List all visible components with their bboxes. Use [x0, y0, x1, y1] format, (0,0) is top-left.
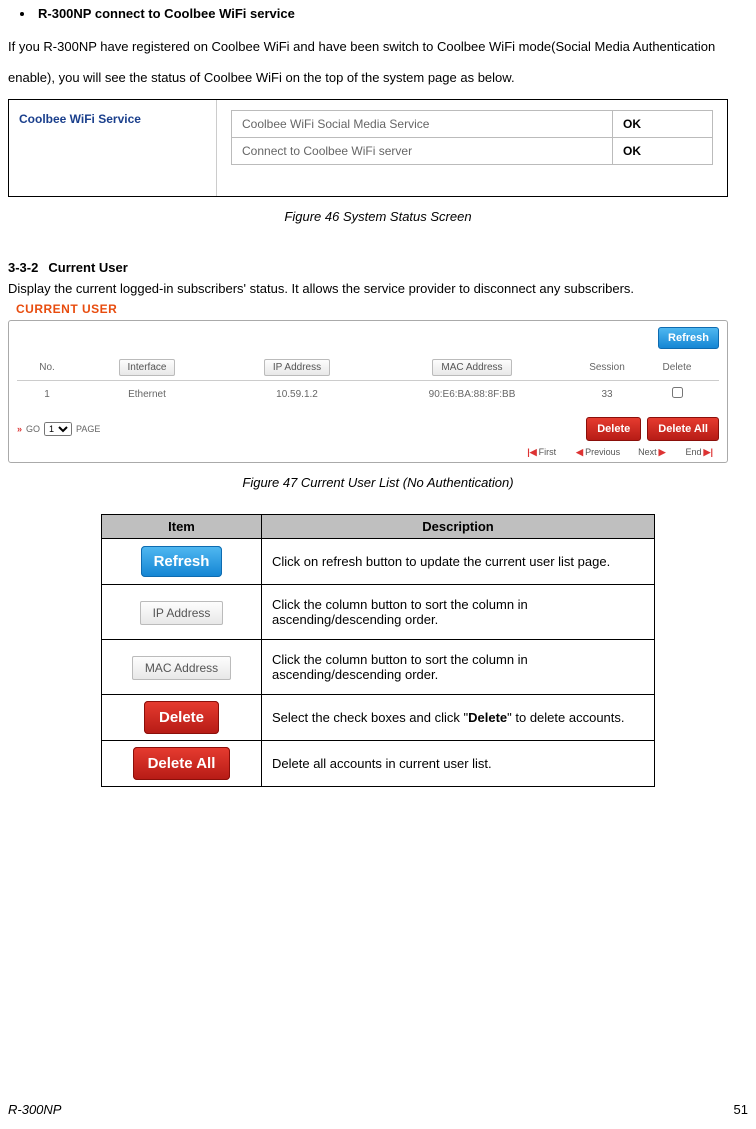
- figure47-caption: Figure 47 Current User List (No Authenti…: [8, 475, 748, 490]
- desc-row: Delete All Delete all accounts in curren…: [102, 741, 655, 787]
- first-arrow-icon: |◀: [527, 447, 536, 457]
- page-select[interactable]: 1: [44, 422, 72, 436]
- ip-button-graphic: IP Address: [140, 601, 224, 625]
- section-title: Current User: [48, 260, 127, 275]
- bullet-icon: [20, 12, 24, 16]
- cell-ip: 10.59.1.2: [217, 389, 377, 400]
- current-user-header: No. Interface IP Address MAC Address Ses…: [17, 359, 719, 381]
- page-footer: R-300NP 51: [8, 1102, 748, 1117]
- bullet-title: R-300NP connect to Coolbee WiFi service: [38, 6, 295, 21]
- col-ip: IP Address: [217, 359, 377, 376]
- desc-item-cell: Refresh: [102, 539, 262, 585]
- delete-button-graphic: Delete: [144, 701, 219, 734]
- footer-model: R-300NP: [8, 1102, 61, 1117]
- pager-next[interactable]: Next▶: [638, 447, 667, 458]
- go-label: GO: [26, 424, 40, 434]
- table-row: 1 Ethernet 10.59.1.2 90:E6:BA:88:8F:BB 3…: [17, 381, 719, 407]
- mac-sort-button[interactable]: MAC Address: [432, 359, 511, 376]
- delete-checkbox[interactable]: [672, 387, 683, 398]
- cell-no: 1: [17, 389, 77, 400]
- col-session: Session: [567, 362, 647, 373]
- button-group: Delete Delete All: [586, 417, 719, 441]
- col-mac: MAC Address: [377, 359, 567, 376]
- status-cell-label: Connect to Coolbee WiFi server: [232, 138, 613, 165]
- current-user-footer: » GO 1 PAGE Delete Delete All: [17, 417, 719, 441]
- status-cell-value: OK: [613, 138, 713, 165]
- section-heading: 3-3-2 Current User: [8, 260, 748, 279]
- status-cell-value: OK: [613, 111, 713, 138]
- delete-all-button-graphic: Delete All: [133, 747, 231, 780]
- desc-item-cell: Delete All: [102, 741, 262, 787]
- status-cell-label: Coolbee WiFi Social Media Service: [232, 111, 613, 138]
- go-area: » GO 1 PAGE: [17, 422, 100, 436]
- desc-text: Click on refresh button to update the cu…: [262, 539, 655, 585]
- desc-text: Delete all accounts in current user list…: [262, 741, 655, 787]
- desc-text: Click the column button to sort the colu…: [262, 585, 655, 640]
- end-arrow-icon: ▶|: [704, 447, 713, 457]
- desc-item-cell: IP Address: [102, 585, 262, 640]
- prev-arrow-icon: ◀: [576, 447, 583, 457]
- current-user-title: CURRENT USER: [16, 302, 748, 316]
- bullet-heading: R-300NP connect to Coolbee WiFi service: [20, 6, 748, 21]
- status-row: Coolbee WiFi Social Media Service OK: [232, 111, 713, 138]
- desc-row: Delete Select the check boxes and click …: [102, 695, 655, 741]
- col-interface: Interface: [77, 359, 217, 376]
- pager-prev[interactable]: ◀Previous: [574, 447, 620, 458]
- desc-text: Click the column button to sort the colu…: [262, 640, 655, 695]
- page-label: PAGE: [76, 424, 100, 434]
- desc-item-cell: Delete: [102, 695, 262, 741]
- delete-all-button[interactable]: Delete All: [647, 417, 719, 441]
- desc-header-row: Item Description: [102, 515, 655, 539]
- refresh-button[interactable]: Refresh: [658, 327, 719, 349]
- cell-interface: Ethernet: [77, 389, 217, 400]
- desc-header-desc: Description: [262, 515, 655, 539]
- desc-row: MAC Address Click the column button to s…: [102, 640, 655, 695]
- interface-sort-button[interactable]: Interface: [119, 359, 176, 376]
- go-arrow-icon: »: [17, 424, 22, 434]
- next-arrow-icon: ▶: [659, 447, 666, 457]
- pager-first[interactable]: |◀First: [525, 447, 556, 458]
- ip-sort-button[interactable]: IP Address: [264, 359, 330, 376]
- status-right-panel: Coolbee WiFi Social Media Service OK Con…: [217, 100, 727, 196]
- figure46-caption: Figure 46 System Status Screen: [8, 209, 748, 224]
- status-table: Coolbee WiFi Social Media Service OK Con…: [231, 110, 713, 165]
- desc-row: Refresh Click on refresh button to updat…: [102, 539, 655, 585]
- col-no: No.: [17, 362, 77, 373]
- desc-item-cell: MAC Address: [102, 640, 262, 695]
- status-screenshot: Coolbee WiFi Service Coolbee WiFi Social…: [8, 99, 728, 197]
- desc-row: IP Address Click the column button to so…: [102, 585, 655, 640]
- status-left-label: Coolbee WiFi Service: [9, 100, 217, 196]
- desc-text: Select the check boxes and click "Delete…: [262, 695, 655, 741]
- cell-mac: 90:E6:BA:88:8F:BB: [377, 389, 567, 400]
- cell-session: 33: [567, 389, 647, 400]
- mac-button-graphic: MAC Address: [132, 656, 231, 680]
- pager: |◀First ◀Previous Next▶ End▶|: [17, 447, 719, 458]
- current-user-topbar: Refresh: [17, 327, 719, 349]
- footer-page-num: 51: [734, 1102, 748, 1117]
- description-table: Item Description Refresh Click on refres…: [101, 514, 655, 787]
- intro-paragraph: If you R-300NP have registered on Coolbe…: [8, 31, 748, 93]
- refresh-button-graphic: Refresh: [141, 546, 223, 577]
- pager-end[interactable]: End▶|: [686, 447, 715, 458]
- cell-delete-checkbox: [647, 387, 707, 401]
- section-paragraph: Display the current logged-in subscriber…: [8, 279, 748, 300]
- section-number: 3-3-2: [8, 260, 38, 275]
- delete-button[interactable]: Delete: [586, 417, 641, 441]
- status-row: Connect to Coolbee WiFi server OK: [232, 138, 713, 165]
- current-user-panel: Refresh No. Interface IP Address MAC Add…: [8, 320, 728, 463]
- col-delete: Delete: [647, 362, 707, 373]
- desc-header-item: Item: [102, 515, 262, 539]
